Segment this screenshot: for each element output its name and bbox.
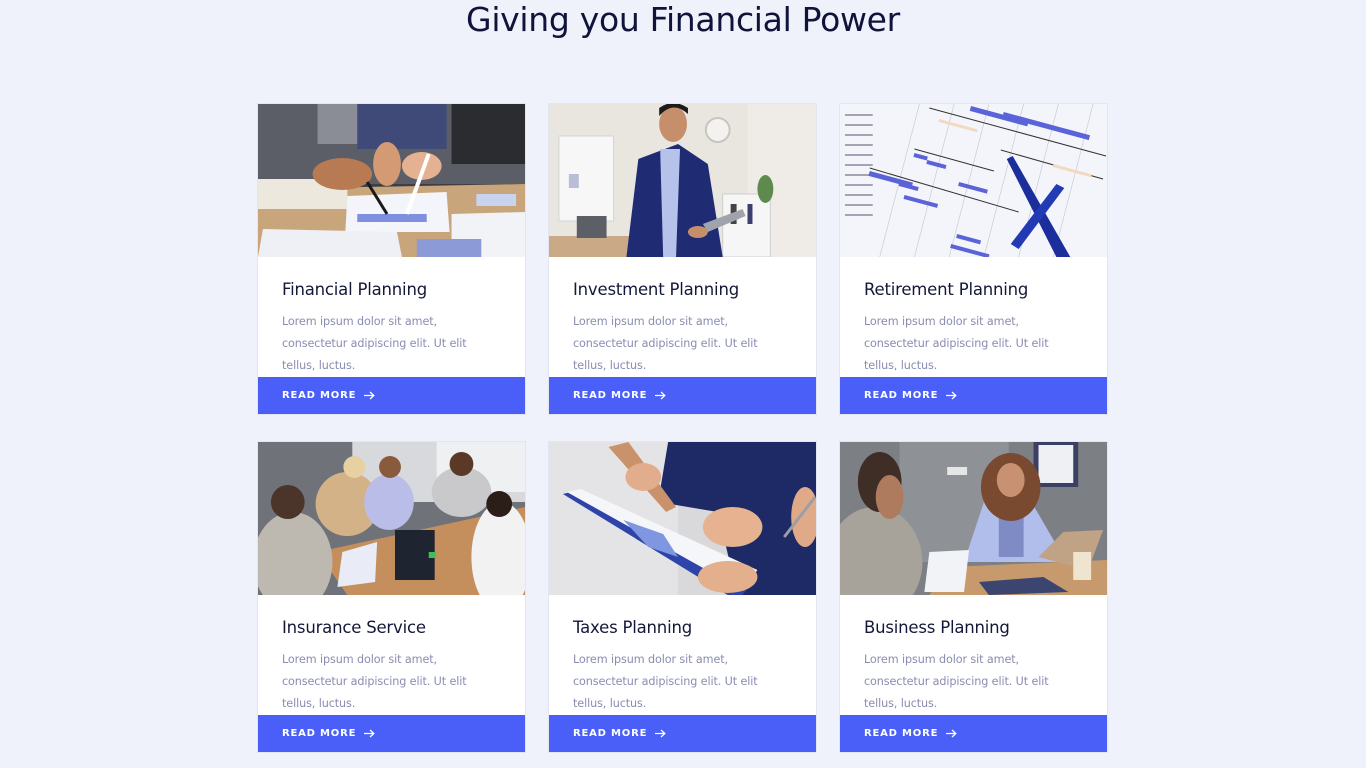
card-title: Retirement Planning [864, 280, 1029, 299]
read-more-button[interactable]: READ MORE [258, 377, 525, 414]
card-image [840, 104, 1107, 257]
arrow-right-icon [655, 729, 667, 738]
services-grid: Financial Planning Lorem ipsum dolor sit… [257, 103, 1108, 753]
card-title: Business Planning [864, 618, 1010, 637]
read-more-label: READ MORE [573, 728, 648, 739]
insurance-service-photo [258, 442, 525, 595]
card-description: Lorem ipsum dolor sit amet, consectetur … [573, 315, 758, 372]
read-more-label: READ MORE [573, 390, 648, 401]
card-image [258, 442, 525, 595]
arrow-right-icon [946, 729, 958, 738]
read-more-label: READ MORE [864, 390, 939, 401]
card-body: Taxes Planning Lorem ipsum dolor sit ame… [549, 595, 816, 717]
service-card-business-planning: Business Planning Lorem ipsum dolor sit … [839, 441, 1108, 753]
card-image [840, 442, 1107, 595]
service-card-retirement-planning: Retirement Planning Lorem ipsum dolor si… [839, 103, 1108, 415]
card-body: Financial Planning Lorem ipsum dolor sit… [258, 257, 525, 379]
card-title: Insurance Service [282, 618, 426, 637]
page-title: Giving you Financial Power [466, 0, 900, 39]
investment-planning-photo [549, 104, 816, 257]
card-body: Business Planning Lorem ipsum dolor sit … [840, 595, 1107, 717]
card-title: Financial Planning [282, 280, 427, 299]
read-more-label: READ MORE [282, 728, 357, 739]
taxes-planning-photo [549, 442, 816, 595]
card-image [258, 104, 525, 257]
service-card-investment-planning: Investment Planning Lorem ipsum dolor si… [548, 103, 817, 415]
read-more-button[interactable]: READ MORE [549, 377, 816, 414]
service-card-financial-planning: Financial Planning Lorem ipsum dolor sit… [257, 103, 526, 415]
service-card-taxes-planning: Taxes Planning Lorem ipsum dolor sit ame… [548, 441, 817, 753]
card-body: Retirement Planning Lorem ipsum dolor si… [840, 257, 1107, 379]
card-description: Lorem ipsum dolor sit amet, consectetur … [282, 653, 467, 710]
card-body: Insurance Service Lorem ipsum dolor sit … [258, 595, 525, 717]
card-title: Taxes Planning [573, 618, 692, 637]
card-title: Investment Planning [573, 280, 739, 299]
service-card-insurance-service: Insurance Service Lorem ipsum dolor sit … [257, 441, 526, 753]
read-more-button[interactable]: READ MORE [840, 715, 1107, 752]
read-more-button[interactable]: READ MORE [258, 715, 525, 752]
arrow-right-icon [364, 391, 376, 400]
card-description: Lorem ipsum dolor sit amet, consectetur … [282, 315, 467, 372]
read-more-label: READ MORE [864, 728, 939, 739]
read-more-label: READ MORE [282, 390, 357, 401]
card-body: Investment Planning Lorem ipsum dolor si… [549, 257, 816, 379]
financial-planning-photo [258, 104, 525, 257]
arrow-right-icon [946, 391, 958, 400]
read-more-button[interactable]: READ MORE [840, 377, 1107, 414]
arrow-right-icon [655, 391, 667, 400]
business-planning-photo [840, 442, 1107, 595]
retirement-planning-photo [840, 104, 1107, 257]
card-image [549, 442, 816, 595]
arrow-right-icon [364, 729, 376, 738]
read-more-button[interactable]: READ MORE [549, 715, 816, 752]
card-image [549, 104, 816, 257]
card-description: Lorem ipsum dolor sit amet, consectetur … [864, 315, 1049, 372]
card-description: Lorem ipsum dolor sit amet, consectetur … [573, 653, 758, 710]
card-description: Lorem ipsum dolor sit amet, consectetur … [864, 653, 1049, 710]
